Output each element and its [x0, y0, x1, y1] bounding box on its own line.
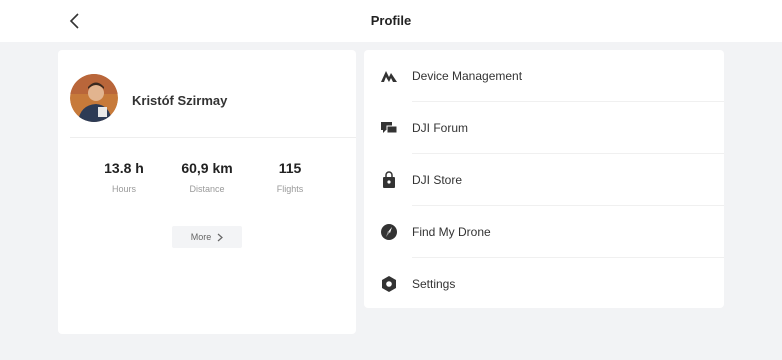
stat-distance: 60,9 km Distance	[167, 160, 247, 194]
menu-item-settings[interactable]: Settings	[364, 258, 724, 310]
more-label: More	[190, 232, 212, 242]
settings-hexagon-icon	[380, 275, 398, 293]
divider	[70, 137, 356, 138]
menu-item-label: Device Management	[412, 69, 523, 83]
forum-icon	[380, 119, 398, 137]
profile-card: Kristóf Szirmay 13.8 h Hours 60,9 km Dis…	[58, 50, 356, 334]
store-bag-icon	[380, 171, 398, 189]
device-management-icon	[380, 67, 398, 85]
stat-label: Distance	[189, 184, 225, 194]
stat-value: 60,9 km	[181, 160, 233, 176]
stat-hours: 13.8 h Hours	[84, 160, 164, 194]
stat-value: 115	[278, 160, 302, 176]
stat-flights: 115 Flights	[250, 160, 330, 194]
stat-label: Flights	[276, 184, 304, 194]
find-drone-icon	[380, 223, 398, 241]
menu-item-label: Settings	[412, 277, 456, 291]
menu-item-dji-store[interactable]: DJI Store	[364, 154, 724, 206]
stat-label: Hours	[111, 184, 136, 194]
page-title: Profile	[370, 13, 412, 28]
menu-item-dji-forum[interactable]: DJI Forum	[364, 102, 724, 154]
menu-card: Device Management DJI Forum DJI Store Fi…	[364, 50, 724, 308]
more-button[interactable]: More	[172, 226, 242, 248]
menu-item-device-management[interactable]: Device Management	[364, 50, 724, 102]
user-name: Kristóf Szirmay	[132, 93, 228, 108]
top-bar: Profile	[0, 0, 782, 42]
menu-item-find-my-drone[interactable]: Find My Drone	[364, 206, 724, 258]
menu-item-label: Find My Drone	[412, 225, 491, 239]
menu-item-label: DJI Forum	[412, 121, 469, 135]
avatar[interactable]	[70, 74, 118, 122]
stat-value: 13.8 h	[104, 160, 144, 176]
menu-item-label: DJI Store	[412, 173, 463, 187]
chevron-right-icon	[217, 233, 224, 241]
